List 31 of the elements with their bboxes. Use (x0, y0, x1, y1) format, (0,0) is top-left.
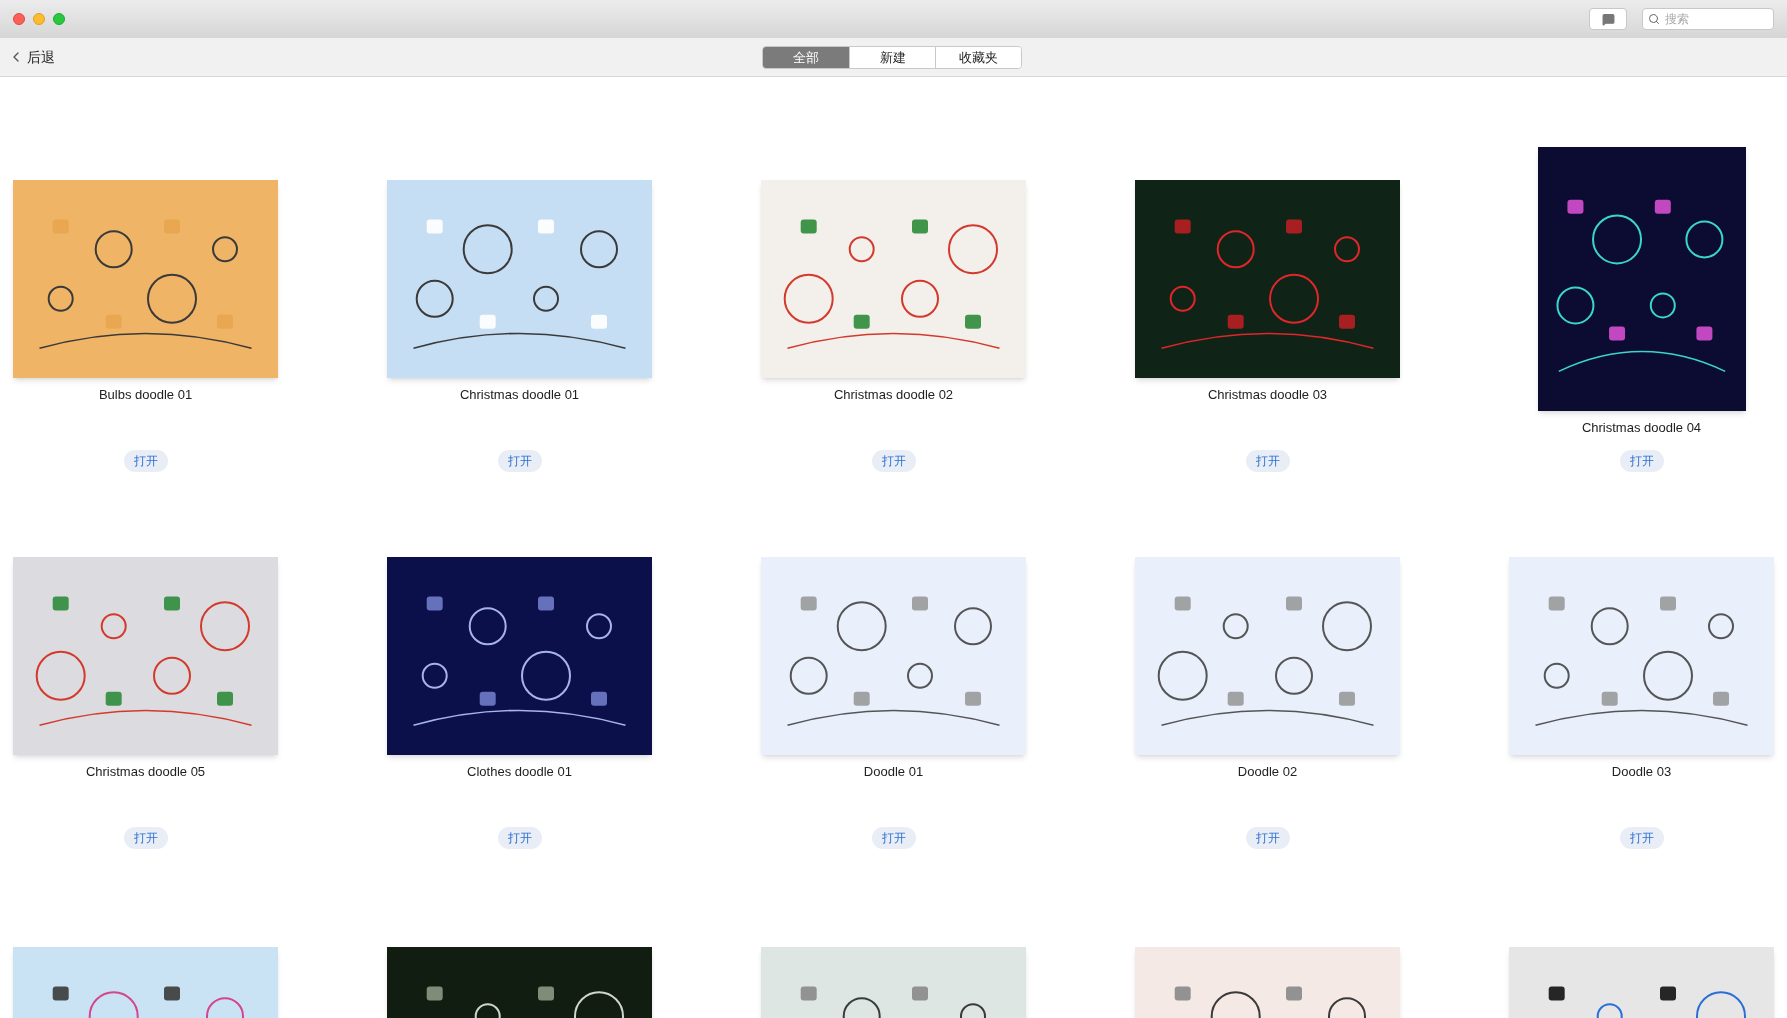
template-title: Christmas doodle 03 (1207, 386, 1328, 404)
segment-tab[interactable]: 全部 (763, 47, 849, 68)
template-title: Clothes doodle 01 (467, 763, 572, 781)
search-field[interactable]: 搜索 (1642, 8, 1774, 30)
template-title: Christmas doodle 04 (1581, 419, 1702, 437)
minimize-window-button[interactable] (33, 13, 45, 25)
template-title: Christmas doodle 05 (85, 763, 206, 781)
open-button[interactable]: 打开 (497, 450, 542, 472)
search-icon (1648, 13, 1660, 25)
segment-tab[interactable]: 新建 (849, 47, 935, 68)
template-title: Christmas doodle 02 (833, 386, 954, 404)
open-button[interactable]: 打开 (1245, 827, 1290, 849)
template-title: Christmas doodle 01 (459, 386, 580, 404)
template-title: Bulbs doodle 01 (98, 386, 193, 404)
template-title: Doodle 01 (863, 763, 924, 781)
open-button[interactable]: 打开 (123, 450, 168, 472)
open-button[interactable]: 打开 (497, 827, 542, 849)
chat-icon (1601, 12, 1615, 26)
segment-tab[interactable]: 收藏夹 (935, 47, 1021, 68)
open-button[interactable]: 打开 (871, 450, 916, 472)
back-button[interactable]: 后退 (0, 46, 55, 68)
open-button[interactable]: 打开 (871, 827, 916, 849)
template-title: Doodle 02 (1237, 763, 1298, 781)
open-button[interactable]: 打开 (1619, 450, 1664, 472)
template-title: Doodle 03 (1611, 763, 1672, 781)
open-button[interactable]: 打开 (123, 827, 168, 849)
close-window-button[interactable] (13, 13, 25, 25)
chat-button[interactable] (1589, 8, 1627, 30)
open-button[interactable]: 打开 (1245, 450, 1290, 472)
zoom-window-button[interactable] (53, 13, 65, 25)
open-button[interactable]: 打开 (1619, 827, 1664, 849)
